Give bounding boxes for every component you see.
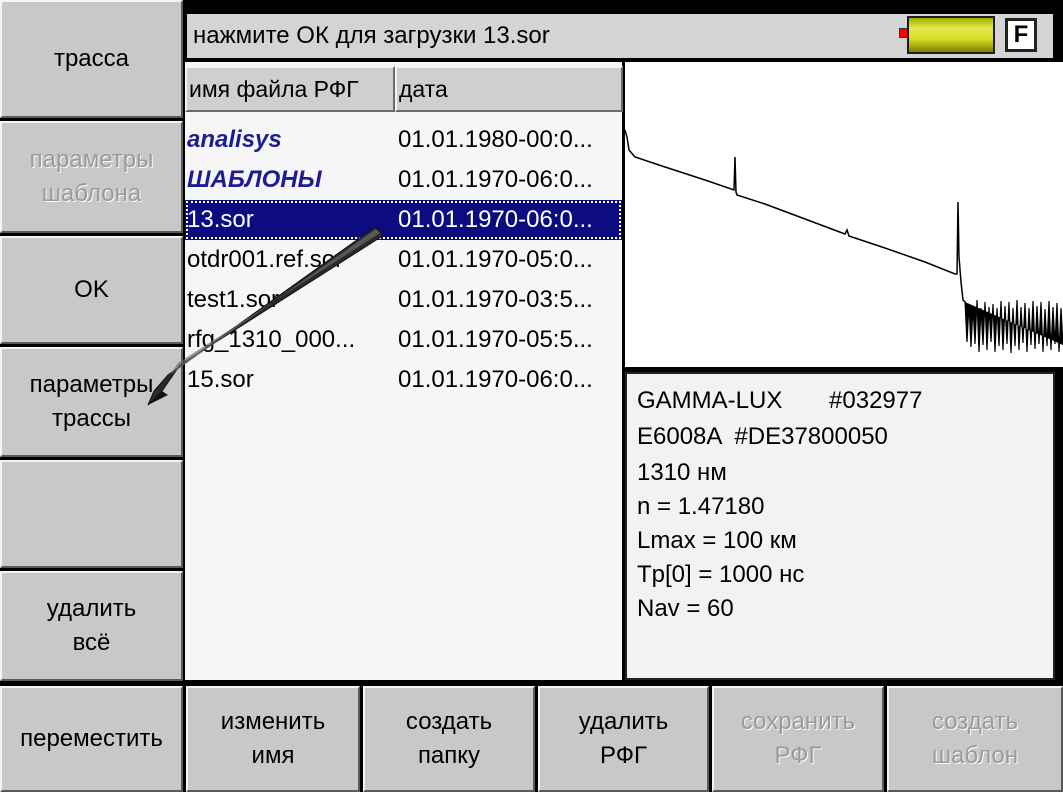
trace-button[interactable]: трасса: [0, 0, 183, 118]
file-date: 01.01.1970-06:0...: [398, 206, 593, 233]
status-bar: нажмите ОК для загрузки 13.sor F: [185, 12, 1055, 60]
list-item[interactable]: otdr001.ref.sor 01.01.1970-05:0...: [185, 240, 622, 280]
file-list-panel: имя файла РФГ дата analisys 01.01.1980-0…: [185, 62, 623, 680]
file-date: 01.01.1970-06:0...: [398, 166, 593, 193]
delete-all-button[interactable]: удалить всё: [0, 571, 183, 681]
file-name: test1.sor: [187, 286, 280, 313]
info-device: GAMMA-LUX #032977: [637, 387, 923, 414]
create-folder-button[interactable]: создать папку: [363, 686, 535, 792]
delete-trace-button[interactable]: удалить РФГ: [538, 686, 709, 792]
column-header-date[interactable]: дата: [395, 66, 623, 112]
save-trace-button[interactable]: сохранить РФГ: [712, 686, 884, 792]
file-name: ШАБЛОНЫ: [187, 166, 322, 193]
reflectogram-plot: [624, 129, 1063, 354]
file-name: 13.sor: [187, 206, 254, 233]
list-item[interactable]: 15.sor 01.01.1970-06:0...: [185, 360, 622, 400]
info-index: n = 1.47180: [637, 493, 765, 520]
left-button-panel: трасса параметры шаблона OK параметры тр…: [0, 0, 183, 683]
file-date: 01.01.1970-05:5...: [398, 326, 593, 353]
list-item[interactable]: ШАБЛОНЫ 01.01.1970-06:0...: [185, 160, 622, 200]
info-module: E6008A #DE37800050: [637, 423, 888, 450]
trace-preview: [624, 62, 1063, 367]
list-item[interactable]: rfg_1310_000... 01.01.1970-05:5...: [185, 320, 622, 360]
create-template-button[interactable]: создать шаблон: [887, 686, 1063, 792]
empty-button[interactable]: [0, 460, 183, 568]
info-averages: Nav = 60: [637, 595, 734, 622]
info-lmax: Lmax = 100 км: [637, 527, 797, 554]
file-date: 01.01.1970-05:0...: [398, 246, 593, 273]
trace-params-button[interactable]: параметры трассы: [0, 347, 183, 457]
file-name: rfg_1310_000...: [187, 326, 356, 353]
info-pulse: Tp[0] = 1000 нс: [637, 561, 805, 588]
template-params-button[interactable]: параметры шаблона: [0, 121, 183, 233]
move-button[interactable]: переместить: [0, 686, 183, 792]
file-date: 01.01.1970-06:0...: [398, 366, 593, 393]
list-item[interactable]: test1.sor 01.01.1970-03:5...: [185, 280, 622, 320]
battery-icon: [907, 16, 995, 54]
file-name: 15.sor: [187, 366, 254, 393]
trace-info-panel: GAMMA-LUX #032977 E6008A #DE37800050 131…: [625, 372, 1055, 680]
list-item-selected[interactable]: 13.sor 01.01.1970-06:0...: [185, 200, 622, 240]
column-header-filename[interactable]: имя файла РФГ: [185, 66, 395, 112]
list-item[interactable]: analisys 01.01.1980-00:0...: [185, 120, 622, 160]
file-name: analisys: [187, 126, 282, 153]
status-message: нажмите ОК для загрузки 13.sor: [193, 22, 550, 49]
info-wavelength: 1310 нм: [637, 459, 727, 486]
rename-button[interactable]: изменить имя: [186, 686, 360, 792]
file-name: otdr001.ref.sor: [187, 246, 344, 273]
ok-button[interactable]: OK: [0, 236, 183, 344]
file-date: 01.01.1970-03:5...: [398, 286, 593, 313]
file-date: 01.01.1980-00:0...: [398, 126, 593, 153]
bottom-button-bar: переместить изменить имя создать папку у…: [0, 683, 1063, 792]
mode-badge: F: [1005, 18, 1037, 52]
